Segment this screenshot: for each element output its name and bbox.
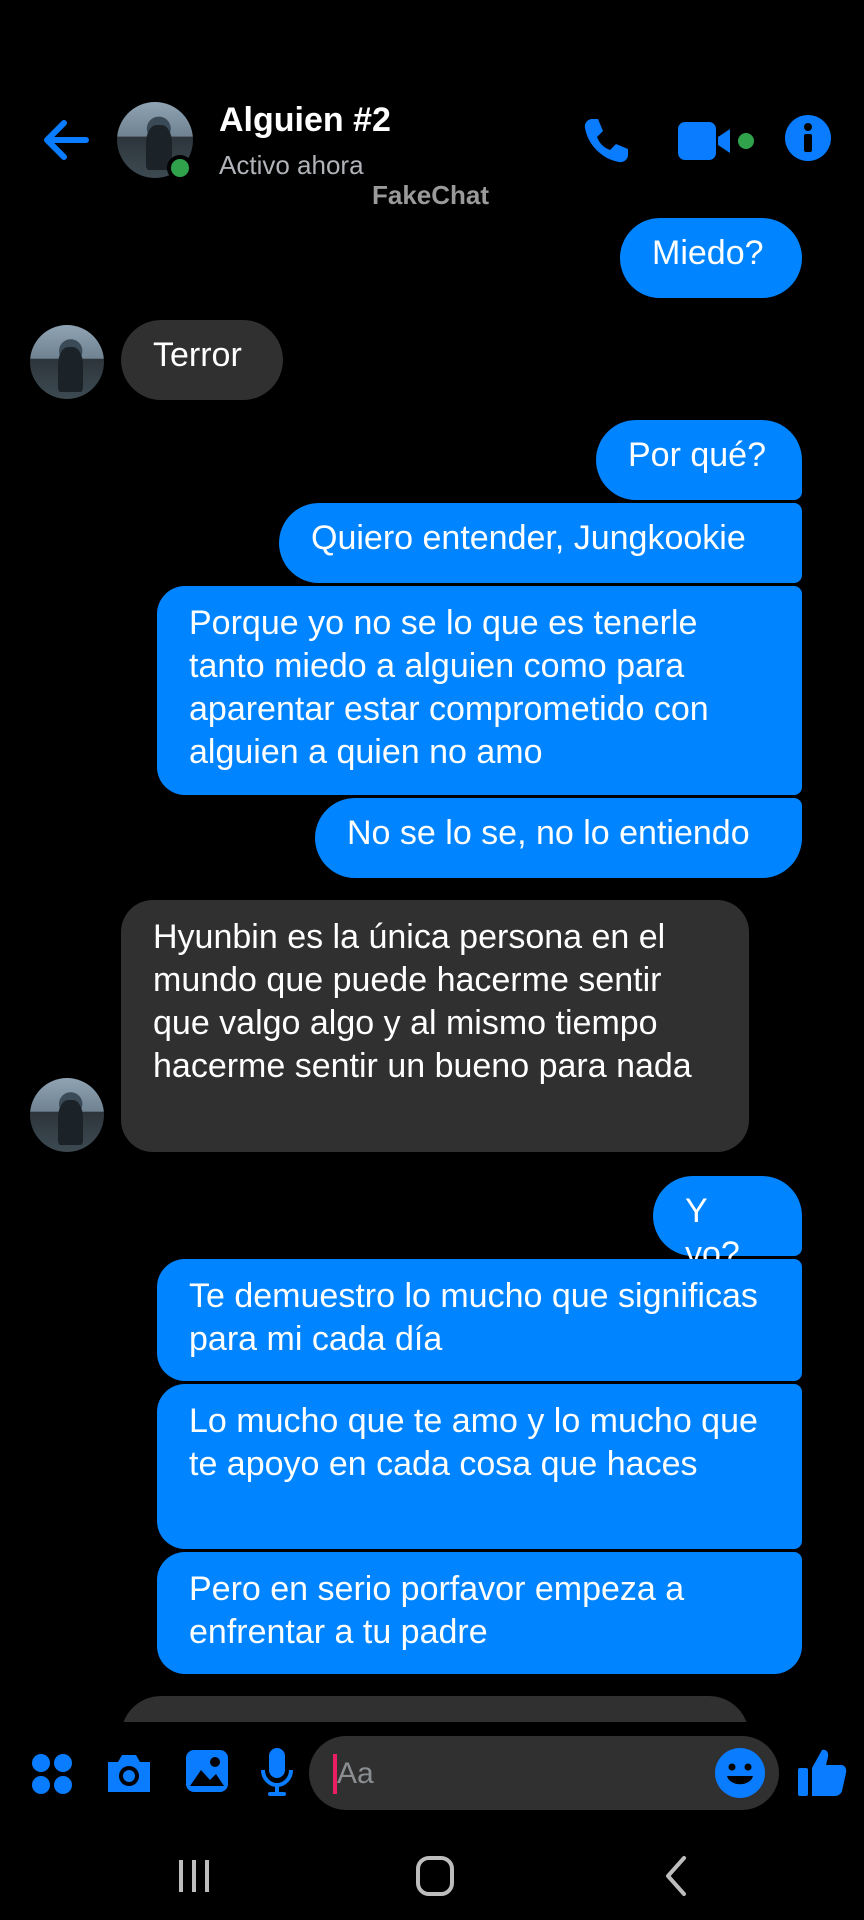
phone-icon[interactable] <box>578 113 634 169</box>
sender-avatar[interactable] <box>30 325 104 399</box>
sender-avatar[interactable] <box>30 1078 104 1152</box>
message-bubble[interactable]: Terror <box>121 320 283 400</box>
message-input[interactable] <box>335 1748 699 1800</box>
apps-icon[interactable] <box>30 1752 74 1796</box>
emoji-icon[interactable] <box>713 1746 767 1800</box>
message-bubble[interactable]: No se lo se, no lo entiendo <box>315 798 802 878</box>
composer-bar <box>0 1722 864 1840</box>
system-navigation-bar <box>0 1840 864 1920</box>
message-bubble[interactable]: Pero en serio porfavor empeza a enfrenta… <box>157 1552 802 1674</box>
image-icon[interactable] <box>184 1748 230 1794</box>
contact-name[interactable]: Alguien #2 <box>219 101 391 140</box>
online-status-dot <box>167 155 193 181</box>
watermark: FakeChat <box>372 180 490 210</box>
message-bubble[interactable]: Quiero entender, Jungkookie <box>279 503 802 583</box>
arrow-left-icon[interactable] <box>38 112 94 168</box>
contact-status: Activo ahora <box>219 150 364 180</box>
message-list[interactable]: Miedo? Terror Por qué? Quiero entender, … <box>0 210 864 1722</box>
info-icon[interactable] <box>784 114 832 162</box>
microphone-icon[interactable] <box>260 1746 294 1798</box>
message-bubble-partial[interactable] <box>121 1696 749 1722</box>
message-bubble[interactable]: Porque yo no se lo que es tenerle tanto … <box>157 586 802 795</box>
thumbs-up-icon[interactable] <box>796 1746 848 1798</box>
home-icon[interactable] <box>414 1854 456 1898</box>
message-bubble[interactable]: Y yo? <box>653 1176 802 1273</box>
message-input-container[interactable] <box>309 1736 779 1810</box>
message-bubble[interactable]: Miedo? <box>620 218 802 298</box>
chat-header: Alguien #2 Activo ahora FakeChat <box>0 0 864 210</box>
message-bubble[interactable]: Por qué? <box>596 420 802 500</box>
camera-icon[interactable] <box>104 1750 154 1796</box>
back-icon[interactable] <box>660 1854 690 1898</box>
message-bubble[interactable]: Te demuestro lo mucho que significas par… <box>157 1259 802 1381</box>
message-bubble[interactable]: Hyunbin es la única persona en el mundo … <box>121 900 749 1152</box>
recent-apps-icon[interactable] <box>176 1856 212 1896</box>
message-bubble[interactable]: Lo mucho que te amo y lo mucho que te ap… <box>157 1384 802 1549</box>
video-camera-icon[interactable] <box>678 118 758 164</box>
